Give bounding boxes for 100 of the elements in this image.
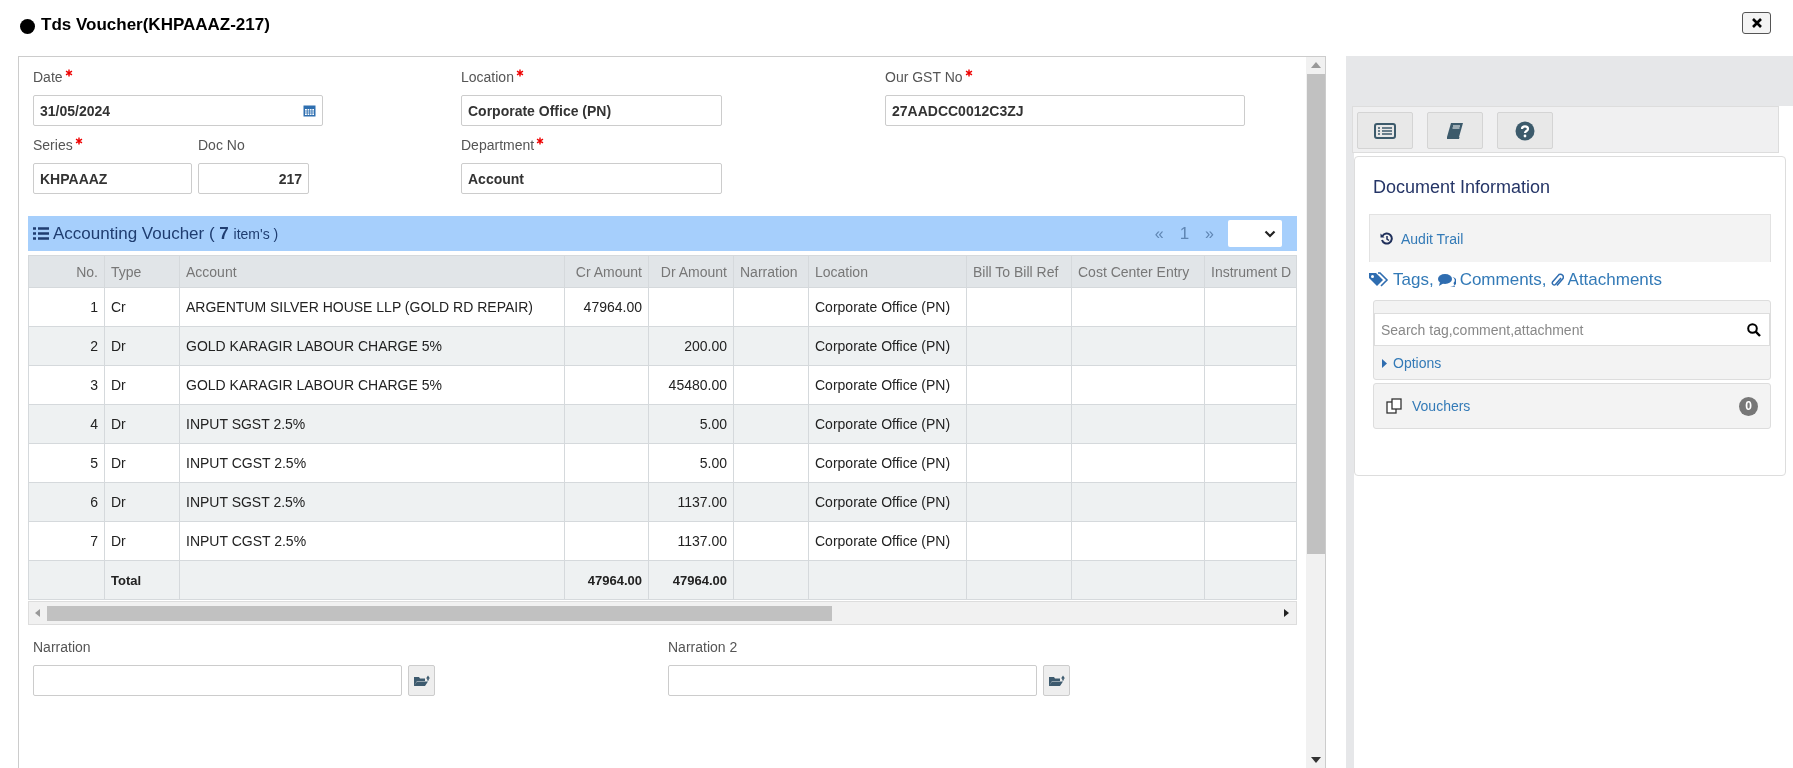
field-label: Narration 2	[668, 639, 738, 655]
section-title: Accounting Voucher ( 7 item's )	[53, 223, 279, 244]
table-cell: GOLD KARAGIR LABOUR CHARGE 5%	[179, 365, 565, 405]
table-cell: Dr	[104, 404, 180, 444]
total-cell: 47964.00	[564, 560, 649, 600]
tags-link[interactable]: Tags,	[1393, 270, 1434, 290]
folder-button[interactable]	[408, 665, 435, 696]
table-cell: Dr	[104, 365, 180, 405]
paperclip-icon	[1550, 271, 1564, 289]
caret-right-icon	[1382, 358, 1387, 368]
doc-number-field[interactable]: 217	[198, 163, 309, 194]
table-cell: 6	[28, 482, 105, 522]
folder-icon	[1048, 674, 1065, 687]
help-button[interactable]	[1497, 112, 1553, 149]
field-label: Department	[461, 137, 535, 153]
calendar-icon	[303, 104, 316, 117]
scroll-right-icon[interactable]	[1284, 609, 1290, 617]
column-header: Cost Center Entry	[1071, 255, 1205, 288]
field-label: Date	[33, 69, 63, 85]
window-title: Tds Voucher(KHPAAAZ-217)	[41, 15, 270, 35]
table-cell: Corporate Office (PN)	[808, 521, 967, 561]
options-toggle[interactable]: Options	[1382, 355, 1770, 371]
book-button[interactable]	[1427, 112, 1483, 149]
table-cell: 1137.00	[648, 482, 734, 522]
table-cell: 47964.00	[564, 287, 649, 327]
column-header: No.	[28, 255, 105, 288]
column-header: Instrument D	[1204, 255, 1297, 288]
close-icon	[1751, 18, 1762, 28]
book-icon	[1446, 121, 1464, 140]
copy-icon	[1386, 398, 1402, 414]
list-icon	[1374, 122, 1396, 139]
field-label: Doc No	[198, 137, 245, 153]
total-cell: Total	[104, 560, 180, 600]
gst-number-field[interactable]: 27AADCC0012C3ZJ	[885, 95, 1245, 126]
table-cell: Dr	[104, 326, 180, 366]
table-cell: 5	[28, 443, 105, 483]
table-cell: Corporate Office (PN)	[808, 365, 967, 405]
table-cell: 7	[28, 521, 105, 561]
vertical-scrollbar[interactable]	[1306, 57, 1325, 768]
field-label: Location	[461, 69, 514, 85]
table-cell: 3	[28, 365, 105, 405]
table-cell: Dr	[104, 521, 180, 561]
column-header: Dr Amount	[648, 255, 734, 288]
field-label: Our GST No	[885, 69, 963, 85]
department-field[interactable]: Account	[461, 163, 722, 194]
column-header: Bill To Bill Ref	[966, 255, 1072, 288]
attachments-link[interactable]: Attachments	[1567, 270, 1663, 290]
column-header: Account	[179, 255, 565, 288]
chevron-down-icon	[1264, 229, 1276, 238]
close-button[interactable]	[1742, 12, 1771, 34]
vouchers-link[interactable]: Vouchers	[1412, 398, 1471, 414]
page-number[interactable]: 1	[1173, 223, 1196, 244]
location-field[interactable]: Corporate Office (PN)	[461, 95, 722, 126]
narration-field[interactable]	[33, 665, 402, 696]
search-field[interactable]: Search tag,comment,attachment	[1374, 313, 1770, 346]
column-header: Type	[104, 255, 180, 288]
total-cell: 47964.00	[648, 560, 734, 600]
next-page-link[interactable]: »	[1199, 224, 1220, 243]
table-cell: 45480.00	[648, 365, 734, 405]
card-title: Document Information	[1373, 177, 1552, 198]
comments-icon	[1437, 272, 1456, 288]
table-cell: Cr	[104, 287, 180, 327]
table-cell: Corporate Office (PN)	[808, 482, 967, 522]
table-cell: 200.00	[648, 326, 734, 366]
table-cell: 4	[28, 404, 105, 444]
table-cell: INPUT SGST 2.5%	[179, 404, 565, 444]
comments-link[interactable]: Comments,	[1459, 270, 1547, 290]
horizontal-scrollbar[interactable]	[28, 601, 1297, 625]
audit-trail-link[interactable]: Audit Trail	[1401, 230, 1464, 247]
history-icon	[1380, 232, 1393, 245]
list-view-button[interactable]	[1357, 112, 1413, 149]
folder-button[interactable]	[1043, 665, 1070, 696]
table-cell: Corporate Office (PN)	[808, 326, 967, 366]
help-icon	[1515, 120, 1535, 141]
table-cell: Corporate Office (PN)	[808, 443, 967, 483]
date-field[interactable]: 31/05/2024	[33, 95, 323, 126]
tags-icon	[1369, 272, 1389, 288]
series-field[interactable]: KHPAAAZ	[33, 163, 192, 194]
count-badge: 0	[1739, 396, 1758, 416]
table-cell: INPUT CGST 2.5%	[179, 521, 565, 561]
previous-page-link[interactable]: «	[1148, 224, 1170, 243]
table-cell: Dr	[104, 443, 180, 483]
list-icon	[33, 227, 49, 240]
table-cell: INPUT SGST 2.5%	[179, 482, 565, 522]
table-cell: ARGENTUM SILVER HOUSE LLP (GOLD RD REPAIR)	[179, 287, 565, 327]
scroll-down-icon[interactable]	[1310, 757, 1321, 763]
column-header: Narration	[733, 255, 809, 288]
table-cell: 1137.00	[648, 521, 734, 561]
field-label: Narration	[33, 639, 91, 655]
table-cell: 5.00	[648, 404, 734, 444]
column-header: Location	[808, 255, 967, 288]
table-cell: Corporate Office (PN)	[808, 404, 967, 444]
column-header: Cr Amount	[564, 255, 649, 288]
field-label: Series	[33, 137, 73, 153]
table-cell: GOLD KARAGIR LABOUR CHARGE 5%	[179, 326, 565, 366]
table-cell: 2	[28, 326, 105, 366]
narration-field[interactable]	[668, 665, 1037, 696]
folder-icon	[413, 674, 430, 687]
table-cell: 5.00	[648, 443, 734, 483]
table-cell: 1	[28, 287, 105, 327]
